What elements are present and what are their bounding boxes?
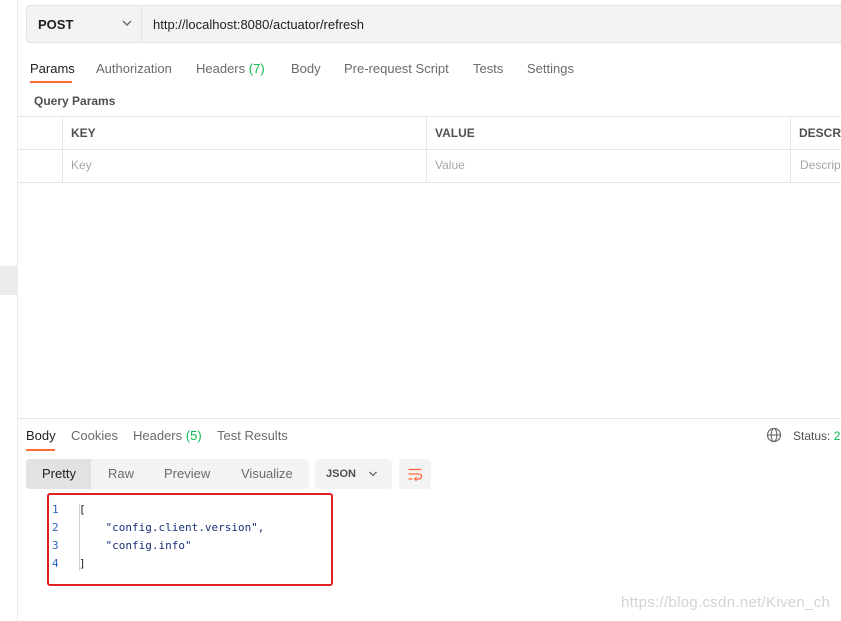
format-label: JSON — [326, 468, 356, 480]
status-code: 2 — [833, 429, 841, 443]
active-tab-indicator — [30, 81, 72, 83]
view-raw-button[interactable]: Raw — [108, 466, 134, 481]
key-input[interactable]: Key — [71, 158, 92, 172]
method-select[interactable]: POST — [26, 5, 141, 43]
view-preview-button[interactable]: Preview — [164, 466, 210, 481]
tab-headers-count: (7) — [248, 61, 265, 76]
tab-headers[interactable]: Headers (7) — [196, 61, 265, 76]
column-divider — [62, 116, 63, 183]
view-pretty-button[interactable]: Pretty — [42, 466, 76, 481]
tab-body[interactable]: Body — [291, 61, 321, 76]
gutter-highlight — [0, 266, 17, 295]
tab-settings[interactable]: Settings — [527, 61, 574, 76]
chevron-down-icon — [122, 20, 132, 26]
url-input[interactable]: http://localhost:8080/actuator/refresh — [141, 5, 841, 43]
response-tab-test-results[interactable]: Test Results — [217, 428, 288, 443]
status-indicator: Status: 2 — [793, 429, 840, 443]
status-label: Status: — [793, 429, 831, 443]
description-input[interactable]: Descrip — [800, 158, 841, 172]
column-divider — [790, 116, 791, 183]
table-row-divider — [17, 149, 841, 150]
column-header-key: KEY — [71, 126, 96, 140]
column-header-value: VALUE — [435, 126, 475, 140]
left-gutter — [0, 0, 18, 621]
response-divider[interactable] — [17, 418, 841, 419]
response-tab-cookies[interactable]: Cookies — [71, 428, 118, 443]
response-tab-headers-label: Headers — [133, 428, 183, 443]
response-tab-headers-count: (5) — [185, 428, 202, 443]
column-divider — [426, 116, 427, 183]
value-input[interactable]: Value — [435, 158, 465, 172]
response-tab-body[interactable]: Body — [26, 428, 56, 443]
tab-pre-request-script[interactable]: Pre-request Script — [344, 61, 449, 76]
column-header-description: DESCRI — [799, 126, 841, 140]
method-label: POST — [38, 17, 74, 32]
tab-authorization[interactable]: Authorization — [96, 61, 172, 76]
query-params-title: Query Params — [34, 94, 116, 108]
tab-headers-label: Headers — [196, 61, 246, 76]
tab-params[interactable]: Params — [30, 61, 75, 76]
active-response-tab-indicator — [26, 449, 55, 451]
view-visualize-button[interactable]: Visualize — [241, 466, 293, 481]
url-text: http://localhost:8080/actuator/refresh — [153, 17, 365, 32]
highlight-box — [47, 493, 333, 586]
wrap-lines-icon — [408, 468, 423, 482]
tab-tests[interactable]: Tests — [473, 61, 503, 76]
globe-icon[interactable] — [766, 427, 782, 443]
watermark: https://blog.csdn.net/Kiven_ch — [621, 594, 831, 611]
response-tab-headers[interactable]: Headers (5) — [133, 428, 202, 443]
chevron-down-icon — [369, 471, 377, 477]
